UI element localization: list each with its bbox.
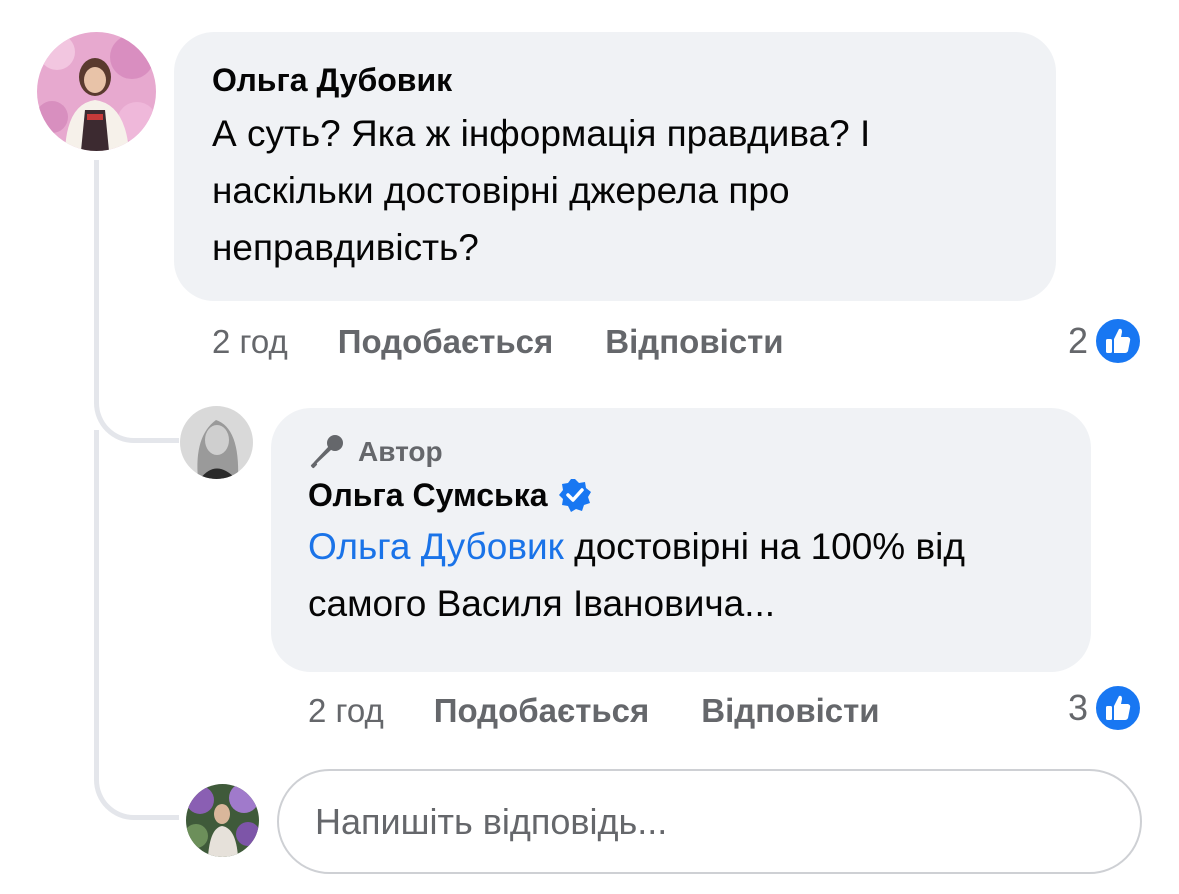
comment-text: А суть? Яка ж інформація правдива? І нас… xyxy=(212,113,871,268)
comment-bubble: Ольга Дубовик А суть? Яка ж інформація п… xyxy=(174,32,1056,301)
microphone-icon xyxy=(310,435,343,469)
reply-input[interactable]: Напишіть відповідь... xyxy=(277,769,1142,874)
reply-input-placeholder: Напишіть відповідь... xyxy=(315,800,668,842)
reply-avatar[interactable] xyxy=(180,406,253,479)
like-icon xyxy=(1094,317,1143,365)
comment-actions: 2 год Подобається Відповісти xyxy=(212,320,836,364)
author-badge: Автор xyxy=(308,434,1061,470)
reply-timestamp[interactable]: 2 год xyxy=(308,692,384,730)
reply-author-name[interactable]: Ольга Сумська xyxy=(308,476,548,514)
comment-reaction-count: 2 xyxy=(1068,320,1089,361)
comment-timestamp[interactable]: 2 год xyxy=(212,323,288,361)
comment-avatar[interactable] xyxy=(37,32,156,151)
like-icon xyxy=(1094,684,1143,732)
comment-author-name[interactable]: Ольга Дубовик xyxy=(212,61,1026,99)
reply-like-button[interactable]: Подобається xyxy=(434,692,650,730)
comment-reply-button[interactable]: Відповісти xyxy=(605,323,783,361)
reply-reactions[interactable]: 3 xyxy=(1068,683,1143,733)
comment-like-button[interactable]: Подобається xyxy=(338,323,554,361)
thread-line-reply xyxy=(94,160,179,443)
reply-mention-link[interactable]: Ольга Дубовик xyxy=(308,526,564,567)
comment-reactions[interactable]: 2 xyxy=(1068,316,1143,366)
reply-actions: 2 год Подобається Відповісти xyxy=(308,689,932,733)
reply-text: Ольга Дубовик достовірні на 100% від сам… xyxy=(308,518,1068,632)
reply-reaction-count: 3 xyxy=(1068,687,1089,728)
reply-bubble: Автор Ольга Сумська Ольга Дубовик достов… xyxy=(271,408,1091,672)
author-badge-label: Автор xyxy=(358,436,443,467)
reply-reply-button[interactable]: Відповісти xyxy=(701,692,879,730)
current-user-avatar[interactable] xyxy=(186,784,259,857)
thread-line-reply-box xyxy=(94,430,179,820)
verified-badge-icon xyxy=(558,479,591,512)
